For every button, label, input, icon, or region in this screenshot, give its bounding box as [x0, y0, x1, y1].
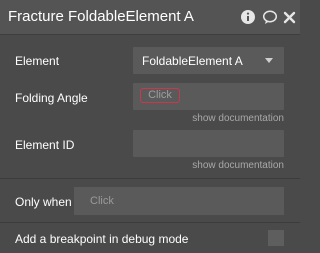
close-icon[interactable]: [283, 9, 296, 25]
folding-angle-field[interactable]: Click: [133, 83, 284, 110]
element-label: Element: [15, 54, 60, 68]
folding-angle-click-button[interactable]: Click: [140, 88, 180, 103]
panel-header: Fracture FoldableElement A: [0, 0, 300, 35]
info-icon[interactable]: [240, 9, 256, 25]
breakpoint-checkbox[interactable]: [268, 230, 284, 246]
section-divider-2: [0, 222, 300, 223]
element-id-label: Element ID: [15, 138, 75, 152]
only-when-label: Only when: [15, 195, 72, 209]
element-id-doc-link[interactable]: show documentation: [192, 160, 284, 171]
folding-angle-label: Folding Angle: [15, 91, 88, 105]
folding-angle-doc-link[interactable]: show documentation: [192, 113, 284, 124]
chevron-down-icon: [265, 58, 273, 63]
element-dropdown-value: FoldableElement A: [142, 54, 243, 68]
element-dropdown[interactable]: FoldableElement A: [133, 47, 284, 74]
comment-icon[interactable]: [262, 9, 278, 25]
only-when-input[interactable]: Click: [74, 187, 284, 215]
element-id-input[interactable]: [133, 130, 284, 157]
section-divider: [0, 178, 300, 179]
breakpoint-label: Add a breakpoint in debug mode: [15, 232, 189, 246]
panel-title: Fracture FoldableElement A: [8, 8, 194, 25]
only-when-placeholder: Click: [90, 195, 114, 207]
